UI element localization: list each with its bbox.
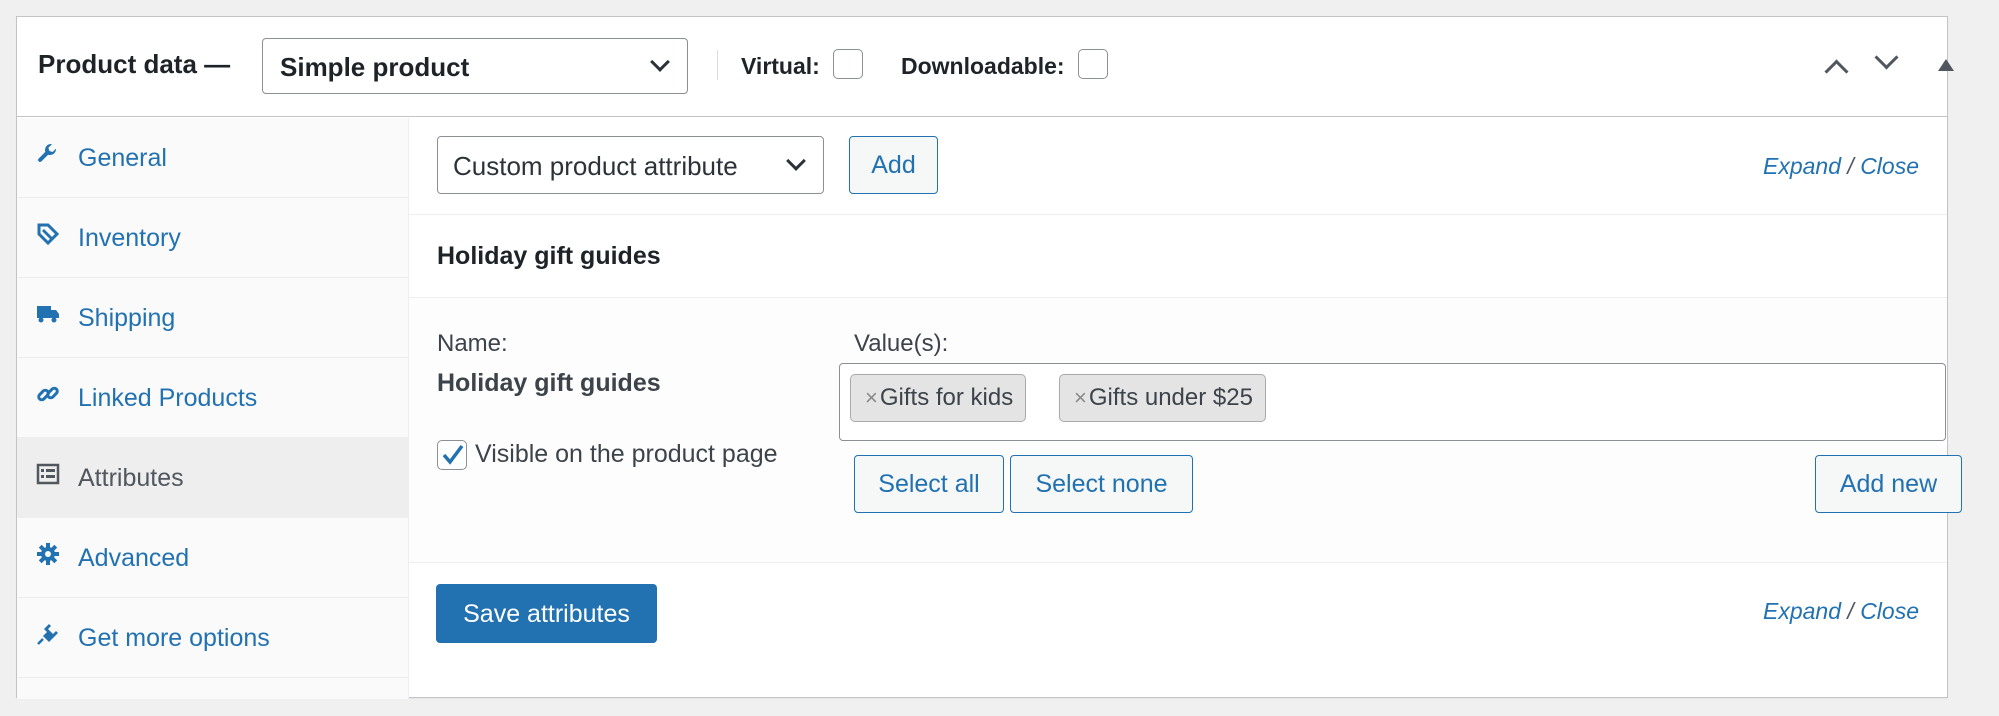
sidebar-label-advanced: Advanced [78,544,190,572]
link-divider: / [1847,598,1854,624]
sidebar-label-shipping: Shipping [78,304,176,332]
sidebar-label-general: General [78,144,167,172]
downloadable-checkbox[interactable] [1078,49,1108,79]
remove-chip-icon[interactable]: × [1074,385,1087,410]
values-input[interactable]: ×Gifts for kids ×Gifts under $25 [839,363,1946,441]
save-attributes-button[interactable]: Save attributes [436,584,657,643]
sidebar-item-get-more-options[interactable]: Get more options [17,598,408,678]
virtual-checkbox[interactable] [833,49,863,79]
expand-close-links-footer: Expand / Close [1763,597,1919,625]
move-up-icon[interactable] [1824,59,1849,84]
close-link[interactable]: Close [1860,153,1919,179]
link-divider: / [1847,153,1854,179]
remove-chip-icon[interactable]: × [865,385,878,410]
sidebar-item-shipping[interactable]: Shipping [17,278,408,358]
sidebar-label-get-more-options: Get more options [78,624,270,652]
value-chip: ×Gifts under $25 [1059,374,1266,422]
chevron-down-icon [786,151,806,171]
attribute-heading: Holiday gift guides [437,242,661,270]
name-label: Name: [437,330,508,357]
product-type-value: Simple product [280,52,470,82]
panel-header: Product data — Simple product Virtual: D… [17,17,1954,117]
tag-icon [37,223,60,246]
sidebar-item-linked-products[interactable]: Linked Products [17,358,408,438]
checkmark-icon [442,444,464,465]
header-separator [717,50,718,80]
wrench-icon [38,144,57,162]
truck-icon [37,306,59,323]
attribute-header[interactable]: Holiday gift guides [409,215,1947,298]
attribute-body: Name: Holiday gift guides Visible on the… [409,298,1962,563]
values-label: Value(s): [854,330,949,357]
expand-link[interactable]: Expand [1763,598,1841,624]
value-chip-label: Gifts under $25 [1088,384,1253,411]
select-none-button[interactable]: Select none [1010,455,1193,513]
downloadable-label: Downloadable: [901,53,1065,79]
attributes-panel: Custom product attribute Add Expand / Cl… [409,118,1962,699]
sidebar-label-linked-products: Linked Products [78,384,258,412]
sidebar-item-advanced[interactable]: Advanced [17,518,408,598]
product-data-tabs: General Inventory Shipping Linked Produc… [17,118,409,699]
value-chip-label: Gifts for kids [879,384,1014,411]
sidebar-label-inventory: Inventory [78,224,181,252]
gear-icon [37,543,59,565]
product-type-select[interactable]: Simple product [262,38,688,94]
sidebar-item-general[interactable]: General [17,118,408,198]
visible-label: Visible on the product page [475,440,778,468]
panel-title: Product data — [38,49,231,79]
attributes-toolbar: Custom product attribute Add Expand / Cl… [409,118,1947,215]
collapse-toggle-icon[interactable] [1938,59,1954,71]
expand-link[interactable]: Expand [1763,153,1841,179]
link-icon [37,386,59,402]
attribute-type-select[interactable]: Custom product attribute [437,136,824,194]
product-data-panel: Product data — Simple product Virtual: D… [16,16,1962,699]
plugin-icon [37,624,58,645]
add-new-value-button[interactable]: Add new [1815,455,1962,513]
close-link[interactable]: Close [1860,598,1919,624]
sidebar-label-attributes: Attributes [78,464,184,492]
expand-close-links: Expand / Close [1763,152,1919,180]
value-chip: ×Gifts for kids [850,374,1027,422]
sidebar-item-inventory[interactable]: Inventory [17,198,408,278]
attribute-type-value: Custom product attribute [453,151,738,181]
move-down-icon[interactable] [1874,45,1899,70]
virtual-label: Virtual: [741,53,820,79]
select-all-button[interactable]: Select all [854,455,1004,513]
visible-checkbox[interactable] [437,440,467,470]
sidebar-item-attributes[interactable]: Attributes [17,438,408,518]
list-view-icon [36,463,60,485]
chevron-down-icon [650,52,670,72]
attribute-name-value: Holiday gift guides [437,369,661,397]
attributes-footer: Save attributes Expand / Close [409,563,1947,699]
add-attribute-button[interactable]: Add [849,136,938,194]
